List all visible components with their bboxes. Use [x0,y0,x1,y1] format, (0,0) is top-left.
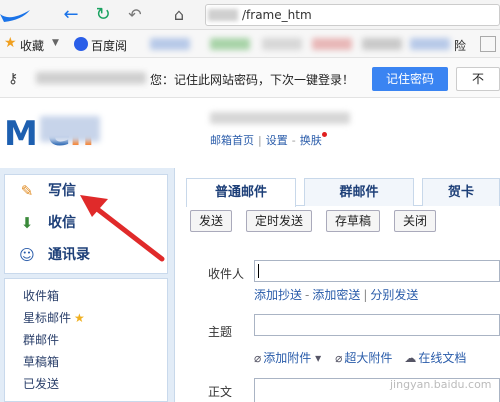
body-label: 正文 [208,385,233,399]
key-icon: ⚷ [8,71,19,87]
recipient-input[interactable] [254,260,500,282]
compose-panel: 普通邮件 群邮件 贺卡 发送 定时发送 存草稿 关闭 收件人 添加抄送 - 添加密送… [178,168,500,402]
folder-inbox[interactable]: 收件箱 [23,287,59,304]
password-prompt-message: 您：记住此网站密码，下次一键登录！ [150,73,355,87]
bookmarks-bar: ★ 收藏 ▼ 百度阅 险 [0,30,500,58]
paperclip-icon: ⌀ [254,351,262,365]
folder-drafts[interactable]: 草稿箱 [23,353,59,370]
compose-tabs: 普通邮件 群邮件 贺卡 [186,178,500,207]
settings-link[interactable]: 设置 [266,134,288,147]
mail-header: M en 邮箱首页|设置-换肤 [0,98,500,168]
text-caret [258,264,259,278]
url-redacted [208,9,238,21]
undo-icon[interactable]: ↶ [124,4,146,26]
bookmark-redacted [410,38,450,50]
recipient-options: 添加抄送 - 添加密送 | 分别发送 [254,288,419,302]
star-icon: ★ [4,35,17,51]
subject-label: 主题 [208,325,233,339]
compose-toolbar: 发送 定时发送 存草稿 关闭 [186,210,500,234]
address-bar[interactable]: /frame_htm [205,4,500,26]
chevron-down-icon[interactable]: ▾ [311,351,321,365]
close-button[interactable]: 关闭 [394,210,437,232]
star-icon: ★ [74,311,85,325]
contacts-icon: ☺ [19,246,35,264]
notification-dot [321,132,327,137]
bookmark-redacted [210,38,250,50]
tab-greeting-card[interactable]: 贺卡 [422,178,500,206]
bookmark-baidu[interactable]: 百度阅 [91,37,127,54]
skin-link[interactable]: 换肤 [300,134,322,147]
chevron-down-icon[interactable]: ▼ [52,38,59,48]
folder-group[interactable]: 群邮件 [23,331,59,348]
pencil-icon: ✎ [20,182,34,200]
red-arrow-annotation [80,195,165,262]
add-attachment-link[interactable]: 添加附件 [263,351,311,365]
mail-home-link[interactable]: 邮箱首页 [210,134,254,147]
mail-header-links: 邮箱首页 | 设置 - 换肤 [210,132,327,148]
online-doc-link[interactable]: 在线文档 [418,351,466,365]
back-arrow-icon[interactable]: ← [60,4,82,26]
save-password-button[interactable]: 记住密码 [372,67,448,91]
bookmark-tail[interactable]: 险 [454,37,466,54]
tab-normal-mail[interactable]: 普通邮件 [186,178,296,207]
large-attachment-icon: ⌀ [335,351,343,365]
decline-password-button[interactable]: 不 [456,67,500,91]
attachment-row: ⌀ 添加附件 ▾ ⌀ 超大附件 ☁ 在线文档 [254,349,466,366]
tab-group-mail[interactable]: 群邮件 [304,178,414,206]
url-text: /frame_htm [242,8,312,22]
online-doc-icon: ☁ [404,351,417,365]
refresh-icon[interactable]: ↻ [92,4,114,26]
add-cc-link[interactable]: 添加抄送 [254,288,302,302]
baidu-icon [74,37,88,51]
bookmark-redacted [312,38,352,50]
inbox-icon: ⬇ [20,214,34,232]
folder-starred[interactable]: 星标邮件 ★ [23,309,85,326]
watermark-text: jingyan.baidu.com [390,378,492,391]
add-bcc-link[interactable]: 添加密送 [312,288,360,302]
bookmark-folder-icon[interactable] [480,36,496,52]
large-attachment-link[interactable]: 超大附件 [344,351,392,365]
bookmark-redacted [362,38,402,50]
subject-input[interactable] [254,314,500,336]
header-redacted [40,116,100,142]
browser-toolbar: ← ↻ ↶ ⌂ /frame_htm [0,0,500,30]
account-redacted [36,72,146,84]
folder-list: 收件箱 星标邮件 ★ 群邮件 草稿箱 已发送 [4,278,168,402]
home-icon[interactable]: ⌂ [168,4,190,26]
send-separately-link[interactable]: 分别发送 [370,288,418,302]
save-draft-button[interactable]: 存草稿 [326,210,381,232]
favorites-button[interactable]: 收藏 [20,37,44,54]
folder-starred-label: 星标邮件 [23,311,72,325]
password-prompt-bar: ⚷ 您：记住此网站密码，下次一键登录！ 记住密码 不 [0,58,500,98]
bookmark-redacted [262,38,302,50]
browser-logo-icon [0,10,30,22]
user-redacted [210,112,350,124]
send-button[interactable]: 发送 [190,210,233,232]
folder-sent[interactable]: 已发送 [23,375,59,392]
schedule-send-button[interactable]: 定时发送 [246,210,313,232]
bookmark-redacted [150,38,190,50]
recipient-label: 收件人 [208,267,245,281]
